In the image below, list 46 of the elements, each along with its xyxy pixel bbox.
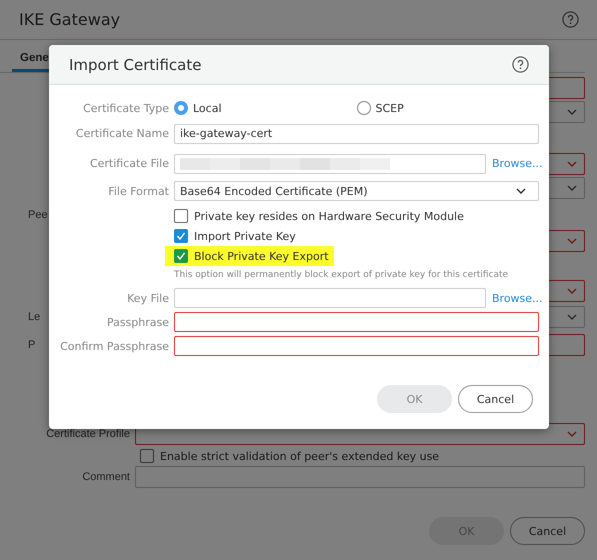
field-label: Certificate Type <box>82 102 170 114</box>
chevron-down-icon <box>567 159 577 169</box>
help-icon[interactable] <box>512 56 529 73</box>
file-field[interactable] <box>174 154 486 174</box>
field-label: Comment <box>82 471 130 483</box>
file-field[interactable] <box>174 288 486 308</box>
hint-text: This option will permanently block export of private key for this certificate <box>174 269 510 282</box>
help-icon[interactable] <box>562 11 579 28</box>
password-field[interactable] <box>174 312 539 332</box>
field-label: File Format <box>107 184 170 198</box>
chevron-down-icon <box>567 429 577 439</box>
checkbox-label: Block Private Key Export <box>194 250 329 262</box>
chevron-down-icon <box>516 186 526 196</box>
field-label: Le <box>28 311 40 323</box>
browse-link[interactable]: Browse... <box>492 292 539 304</box>
checkbox[interactable] <box>174 229 188 243</box>
chevron-down-icon <box>567 183 577 193</box>
cancel-button[interactable]: Cancel <box>458 385 533 413</box>
field-label: Certificate File <box>88 157 170 170</box>
dialog-title: Import Certificate <box>69 56 202 74</box>
field-label: Pee <box>28 209 48 221</box>
radio-option[interactable]: Local <box>174 101 356 115</box>
chevron-down-icon <box>567 286 577 296</box>
radio-option[interactable]: SCEP <box>356 101 539 115</box>
checkbox[interactable] <box>174 209 188 223</box>
input-field[interactable] <box>135 466 585 488</box>
checkbox[interactable] <box>140 449 154 463</box>
field-label: P <box>28 339 36 351</box>
password-field[interactable] <box>174 336 539 356</box>
field-label: Certificate Name <box>74 127 170 140</box>
checkbox[interactable] <box>174 249 188 263</box>
checkbox-label: Enable strict validation of peer's extended key use <box>160 450 440 462</box>
chevron-down-icon <box>567 236 577 246</box>
checkbox-label: Private key resides on Hardware Security Module <box>194 210 464 222</box>
input-field[interactable]: ike-gateway-cert <box>174 124 539 144</box>
cancel-button[interactable]: Cancel <box>510 517 585 545</box>
checkbox-label: Import Private Key <box>194 230 296 242</box>
window-title: IKE Gateway <box>19 10 120 29</box>
field-label: Confirm Passphrase <box>59 340 170 352</box>
chevron-down-icon <box>567 107 577 117</box>
browse-link[interactable]: Browse... <box>492 157 539 170</box>
dropdown-field[interactable]: Base64 Encoded Certificate (PEM) <box>174 181 539 201</box>
field-label: Key File <box>126 292 170 304</box>
field-label: Certificate Profile <box>46 428 130 440</box>
chevron-down-icon <box>567 312 577 322</box>
field-label: Passphrase <box>106 316 170 328</box>
